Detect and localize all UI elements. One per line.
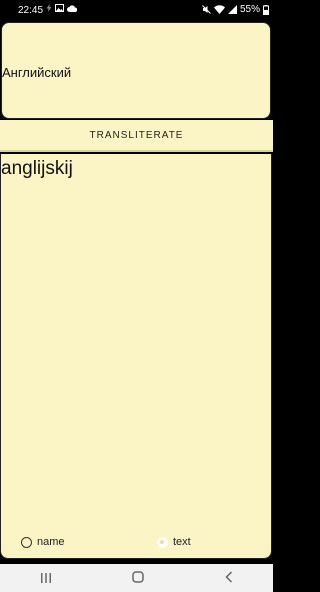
back-icon[interactable] [225, 570, 233, 586]
source-text-value: Английский [2, 65, 72, 80]
radio-text-label: text [173, 536, 191, 548]
cloud-icon [67, 4, 77, 12]
navigation-bar [0, 564, 273, 592]
radio-name-circle [21, 536, 32, 548]
radio-name-label: name [37, 536, 65, 548]
mode-radio-group: name text [1, 536, 273, 558]
transliterate-button[interactable]: TRANSLITERATE [0, 120, 273, 152]
battery-level: 55% [239, 4, 260, 15]
app-content: Английский TRANSLITERATE anglijskij name… [0, 22, 273, 564]
wifi-icon [213, 5, 225, 14]
result-text: anglijskij [1, 158, 73, 179]
battery-icon [263, 4, 269, 15]
mute-icon [202, 5, 211, 14]
image-icon [55, 4, 64, 12]
radio-text-circle [157, 536, 168, 548]
flash-icon [46, 4, 52, 12]
system-icons: 55% [202, 4, 269, 15]
status-bar: 22:45 55% [0, 0, 273, 22]
status-time: 22:45 [18, 5, 44, 16]
home-icon[interactable] [132, 570, 145, 586]
radio-text[interactable]: text [157, 536, 191, 548]
signal-icon [227, 5, 237, 14]
result-panel: anglijskij name text [0, 154, 272, 559]
recents-icon[interactable] [40, 571, 52, 586]
radio-name[interactable]: name [21, 536, 65, 548]
source-text-input[interactable]: Английский [1, 22, 271, 119]
notification-icons [46, 4, 77, 12]
